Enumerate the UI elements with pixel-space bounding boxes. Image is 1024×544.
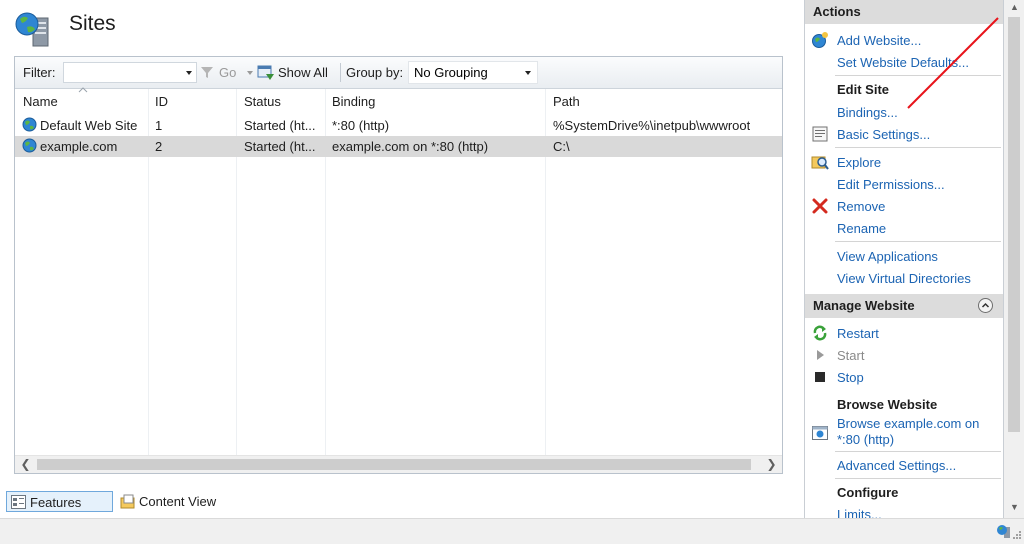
add-website-link[interactable]: Add Website... — [837, 33, 921, 48]
scrollbar-thumb[interactable] — [37, 459, 751, 470]
resize-grip-icon[interactable] — [1013, 531, 1022, 540]
browse-website-heading: Browse Website — [837, 397, 938, 412]
scrollbar-thumb[interactable] — [1008, 17, 1020, 432]
content-view-icon — [120, 494, 135, 509]
basic-settings-icon — [812, 126, 828, 142]
advanced-settings-link[interactable]: Advanced Settings... — [837, 458, 956, 473]
filter-toolbar: Filter: Go Show All Group by: No Groupin… — [15, 57, 782, 89]
restart-icon — [813, 325, 827, 341]
table-row[interactable]: Default Web Site 1 Started (ht... *:80 (… — [15, 115, 782, 136]
remove-x-icon — [812, 198, 828, 214]
scroll-down-icon[interactable]: ▼ — [1010, 502, 1019, 512]
explore-icon — [811, 156, 829, 170]
edit-permissions-link[interactable]: Edit Permissions... — [837, 177, 945, 192]
set-website-defaults-link[interactable]: Set Website Defaults... — [837, 55, 969, 70]
actions-divider — [835, 241, 1001, 242]
limits-link[interactable]: Limits... — [837, 507, 882, 518]
tab-features-view[interactable]: Features View — [6, 491, 113, 531]
content-view-label: Content View — [139, 494, 217, 509]
start-play-icon — [817, 350, 824, 360]
scroll-right-icon[interactable]: ❯ — [763, 456, 780, 473]
site-status: Started (ht... — [244, 118, 316, 133]
filter-input[interactable] — [63, 62, 197, 83]
chevron-down-icon[interactable] — [186, 71, 192, 75]
table-row-selected[interactable]: example.com 2 Started (ht... example.com… — [15, 136, 782, 157]
actions-title: Actions — [813, 4, 861, 19]
go-chevron-down-icon[interactable] — [247, 71, 253, 75]
rename-link[interactable]: Rename — [837, 221, 886, 236]
column-header-binding[interactable]: Binding — [332, 94, 375, 109]
status-bar — [0, 518, 1024, 544]
sites-globe-server-icon — [15, 12, 49, 47]
column-header-path[interactable]: Path — [553, 94, 580, 109]
site-binding: *:80 (http) — [332, 118, 390, 133]
site-binding: example.com on *:80 (http) — [332, 139, 489, 154]
actions-vertical-scrollbar[interactable]: ▲ ▼ — [1004, 0, 1024, 518]
site-path: %SystemDrive%\inetpub\wwwroot — [553, 118, 751, 133]
scroll-up-icon[interactable]: ▲ — [1010, 2, 1019, 12]
restart-link[interactable]: Restart — [837, 326, 879, 341]
horizontal-scrollbar[interactable]: ❮ ❯ — [15, 455, 782, 473]
go-button[interactable]: Go — [219, 65, 236, 80]
column-header: Name ID Status Binding Path — [15, 87, 782, 113]
chevron-down-icon[interactable] — [525, 71, 531, 75]
column-header-name[interactable]: Name — [23, 94, 58, 109]
sites-pane: Sites Filter: Go Show All Group by: No G… — [0, 0, 793, 488]
chevron-up-icon — [981, 302, 990, 308]
add-website-icon — [812, 32, 828, 48]
tab-content-view[interactable]: Content View — [118, 491, 228, 512]
collapse-section-button[interactable] — [978, 298, 993, 313]
funnel-icon — [201, 67, 213, 78]
filter-label: Filter: — [23, 65, 56, 80]
site-id: 2 — [155, 139, 163, 154]
actions-pane: Actions Add Website... Set Website Defau… — [804, 0, 1004, 518]
group-by-select[interactable]: No Grouping — [408, 61, 538, 84]
browse-icon — [812, 426, 828, 440]
site-id: 1 — [155, 118, 163, 133]
group-by-value: No Grouping — [414, 65, 488, 80]
basic-settings-link[interactable]: Basic Settings... — [837, 127, 930, 142]
actions-header: Actions — [805, 0, 1003, 24]
manage-website-title: Manage Website — [813, 298, 915, 313]
network-globe-icon — [997, 525, 1010, 538]
browse-site-link[interactable]: Browse example.com on — [837, 416, 979, 431]
stop-link[interactable]: Stop — [837, 370, 864, 385]
site-status: Started (ht... — [244, 139, 316, 154]
toolbar-divider — [340, 63, 341, 82]
column-header-id[interactable]: ID — [155, 94, 168, 109]
actions-divider — [835, 147, 1001, 148]
remove-link[interactable]: Remove — [837, 199, 885, 214]
view-applications-link[interactable]: View Applications — [837, 249, 938, 264]
actions-divider — [835, 75, 1001, 76]
view-virtual-directories-link[interactable]: View Virtual Directories — [837, 271, 971, 286]
globe-icon — [22, 117, 37, 132]
bindings-link[interactable]: Bindings... — [837, 105, 898, 120]
site-name: Default Web Site — [40, 118, 138, 133]
site-name: example.com — [40, 139, 118, 154]
column-header-status[interactable]: Status — [244, 94, 281, 109]
features-view-icon — [11, 495, 26, 509]
edit-site-heading: Edit Site — [837, 82, 890, 97]
browse-site-link-port[interactable]: *:80 (http) — [837, 432, 894, 447]
configure-heading: Configure — [837, 485, 899, 500]
actions-divider — [835, 451, 1001, 452]
scroll-left-icon[interactable]: ❮ — [17, 456, 34, 473]
show-all-button[interactable]: Show All — [278, 65, 328, 80]
page-title: Sites — [69, 12, 116, 35]
actions-divider — [835, 478, 1001, 479]
group-by-label: Group by: — [346, 65, 404, 80]
start-link: Start — [837, 348, 865, 363]
stop-icon — [815, 372, 825, 382]
manage-website-header: Manage Website — [805, 294, 1003, 318]
show-all-icon — [257, 65, 274, 80]
site-path: C:\ — [553, 139, 570, 154]
view-tabs: Features View Content View — [0, 488, 793, 531]
explore-link[interactable]: Explore — [837, 155, 881, 170]
sort-ascending-icon — [78, 87, 88, 93]
globe-icon — [22, 138, 37, 153]
sites-list: Filter: Go Show All Group by: No Groupin… — [14, 56, 783, 474]
